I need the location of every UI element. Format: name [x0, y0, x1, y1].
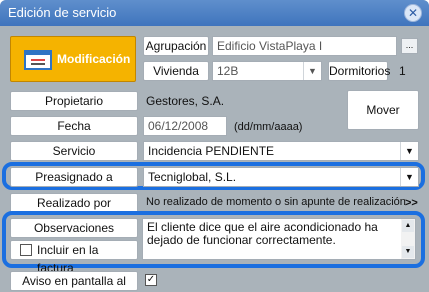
- aviso-checkbox[interactable]: ✓: [145, 274, 157, 286]
- agrupacion-field[interactable]: Edificio VistaPlaya I: [212, 36, 397, 56]
- scroll-down-icon[interactable]: ▼: [402, 246, 414, 258]
- fecha-input[interactable]: 06/12/2008: [143, 116, 227, 136]
- realizado-value: No realizado de momento o sin apunte de …: [146, 196, 406, 208]
- realizado-more-button[interactable]: >>: [405, 197, 418, 209]
- preasignado-select[interactable]: Tecniglobal, S.L. ▼: [143, 167, 419, 187]
- dormitorios-label: Dormitorios: [328, 61, 390, 81]
- vivienda-select[interactable]: 12B ▼: [212, 61, 322, 81]
- servicio-label: Servicio: [10, 141, 138, 161]
- servicio-select[interactable]: Incidencia PENDIENTE ▼: [143, 141, 419, 161]
- propietario-value: Gestores, S.A.: [146, 94, 225, 108]
- form-edit-icon: [24, 50, 52, 70]
- edicion-servicio-window: Edición de servicio ✕ Modificación Agrup…: [0, 0, 429, 292]
- chevron-down-icon[interactable]: ▼: [400, 168, 418, 186]
- dormitorios-value: 1: [399, 64, 406, 78]
- propietario-label: Propietario: [10, 91, 138, 111]
- agrupacion-browse-button[interactable]: ...: [401, 38, 418, 54]
- modificacion-button[interactable]: Modificación: [10, 36, 136, 82]
- agrupacion-label: Agrupación: [143, 36, 209, 56]
- preasignado-value: Tecniglobal, S.L.: [148, 170, 237, 184]
- observaciones-text: El cliente dice que el aire acondicionad…: [147, 220, 378, 247]
- window-title: Edición de servicio: [8, 5, 117, 20]
- realizado-label: Realizado por: [10, 193, 138, 213]
- observaciones-textarea[interactable]: El cliente dice que el aire acondicionad…: [142, 218, 416, 260]
- preasignado-label: Preasignado a: [10, 167, 138, 187]
- title-bar: Edición de servicio ✕: [0, 0, 429, 26]
- observaciones-scrollbar[interactable]: ▲ ▼: [401, 219, 415, 259]
- fecha-format-hint: (dd/mm/aaaa): [234, 121, 303, 133]
- incluir-factura-checkbox[interactable]: [20, 244, 32, 256]
- scroll-up-icon[interactable]: ▲: [402, 220, 414, 232]
- mover-button[interactable]: Mover: [347, 90, 419, 130]
- chevron-down-icon[interactable]: ▼: [400, 142, 418, 160]
- aviso-label: Aviso en pantalla al inicio: [10, 271, 138, 291]
- close-icon[interactable]: ✕: [404, 4, 422, 22]
- incluir-factura-label[interactable]: Incluir en la factura: [10, 240, 138, 275]
- vivienda-value: 12B: [217, 64, 239, 78]
- servicio-value: Incidencia PENDIENTE: [148, 144, 275, 158]
- observaciones-label: Observaciones: [10, 218, 138, 238]
- vivienda-label: Vivienda: [143, 61, 209, 81]
- fecha-label: Fecha: [10, 116, 138, 136]
- chevron-down-icon[interactable]: ▼: [303, 62, 321, 80]
